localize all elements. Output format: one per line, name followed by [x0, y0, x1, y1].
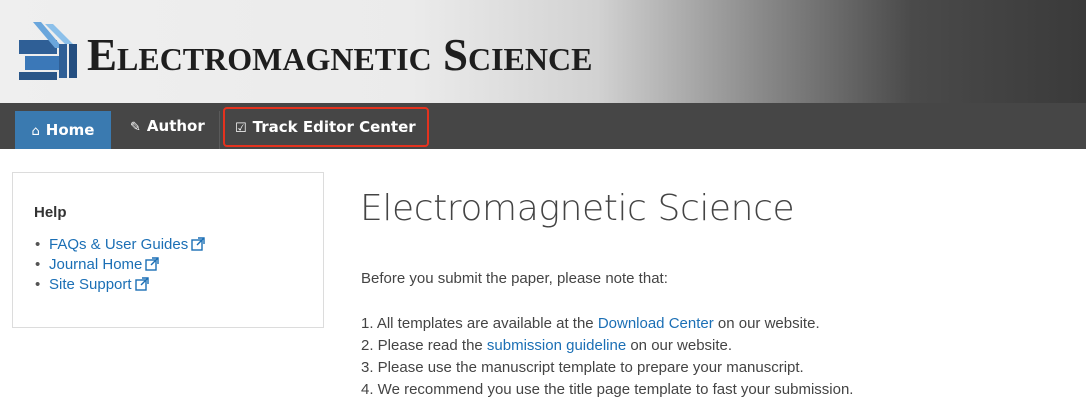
external-link-icon[interactable] [145, 257, 160, 271]
pencil-icon: ✎ [130, 120, 141, 135]
help-title: Help [34, 204, 67, 221]
main-navbar: ⌂ Home ✎ Author [0, 103, 1086, 149]
home-icon: ⌂ [31, 124, 40, 139]
list-item: 3. Please use the manuscript template to… [361, 357, 853, 379]
bullet: • [35, 256, 41, 273]
list-item: • FAQs & User Guides [35, 235, 205, 255]
page-title: Electromagnetic Science [360, 188, 795, 229]
note-text: 4. We recommend you use the title page t… [361, 381, 854, 398]
intro-text: Before you submit the paper, please note… [361, 270, 668, 287]
note-text: 1. All templates are available at the [361, 315, 598, 332]
bullet: • [35, 276, 41, 293]
journal-logo-icon [19, 22, 77, 80]
faqs-link[interactable]: FAQs & User Guides [49, 236, 188, 253]
list-item: 4. We recommend you use the title page t… [361, 379, 853, 401]
external-link-icon[interactable] [191, 237, 205, 251]
nav-divider [219, 111, 220, 149]
journal-home-link[interactable]: Journal Home [49, 256, 142, 273]
note-text: on our website. [713, 315, 820, 332]
download-center-link[interactable]: Download Center [598, 315, 714, 332]
nav-author-label: Author [146, 117, 205, 135]
bullet: • [35, 236, 41, 253]
checkbox-icon: ☑ [235, 121, 247, 136]
nav-home-label: Home [45, 121, 95, 139]
nav-author[interactable]: ✎ Author [130, 103, 205, 149]
note-text: 2. Please read the [361, 337, 487, 354]
site-banner: Electromagnetic Science [0, 0, 1086, 103]
list-item: 1. All templates are available at the Do… [361, 313, 853, 335]
help-panel: Help • FAQs & User Guides • Journal Home •… [12, 172, 324, 328]
submission-notes: 1. All templates are available at the Do… [361, 313, 853, 401]
note-text: on our website. [626, 337, 733, 354]
nav-track-editor-center[interactable]: ☑ Track Editor Center [223, 107, 429, 147]
site-support-link[interactable]: Site Support [49, 276, 132, 293]
list-item: 2. Please read the submission guideline … [361, 335, 853, 357]
nav-track-label: Track Editor Center [252, 118, 416, 136]
external-link-icon[interactable] [134, 277, 149, 291]
note-text: 3. Please use the manuscript template to… [361, 359, 804, 376]
list-item: • Site Support [35, 275, 205, 295]
help-links: • FAQs & User Guides • Journal Home • Site … [35, 235, 205, 295]
list-item: • Journal Home [35, 255, 205, 275]
submission-guideline-link[interactable]: submission guideline [487, 337, 626, 354]
nav-home[interactable]: ⌂ Home [15, 111, 111, 149]
site-title[interactable]: Electromagnetic Science [87, 30, 592, 80]
